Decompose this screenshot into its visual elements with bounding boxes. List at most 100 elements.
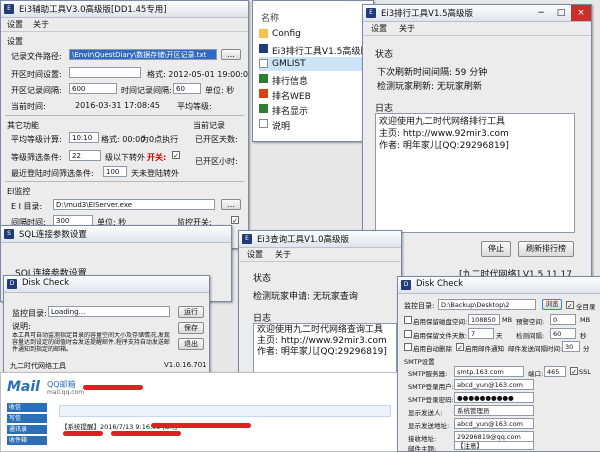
- window-title: SQL连接参数设置: [19, 230, 87, 240]
- list-item[interactable]: 排行信息: [259, 72, 369, 87]
- level-filter-input[interactable]: 22: [69, 150, 101, 161]
- mail-notify-checkbox[interactable]: ✓: [456, 343, 464, 352]
- menu-bar: 设置 关于: [363, 21, 591, 36]
- auto-delete-checkbox[interactable]: [404, 343, 412, 351]
- exit-button[interactable]: 退出: [178, 338, 204, 350]
- path-label: 记录文件路径:: [11, 52, 62, 61]
- divider: [5, 181, 244, 182]
- maximize-icon[interactable]: □: [551, 5, 571, 21]
- window-title: Ei3查询工具V1.0高级版: [257, 235, 349, 245]
- settings-header: 设置: [7, 37, 23, 46]
- reserve-space-checkbox[interactable]: [404, 316, 412, 324]
- warn-space-input[interactable]: 0: [550, 314, 576, 325]
- ssl-checkbox[interactable]: ✓: [570, 367, 578, 376]
- menu-settings[interactable]: 设置: [7, 19, 23, 30]
- disk-check-small-window: D Disk Check 监控目录: Loading... 说明: 本工具可自动…: [3, 275, 210, 375]
- monitor-input[interactable]: D:\Backup\Desktop\2: [438, 299, 536, 310]
- mail-interval-unit: 分: [583, 345, 590, 353]
- refresh-button[interactable]: 刷新排行榜: [518, 241, 574, 257]
- smtp-server-label: SMTP服务器:: [408, 370, 448, 378]
- save-button[interactable]: 保存: [178, 322, 204, 334]
- list-item[interactable]: GMLIST: [259, 57, 369, 71]
- list-item[interactable]: Config: [259, 27, 369, 41]
- reserve-days-checkbox[interactable]: [404, 330, 412, 338]
- title-bar: E Ei3排行工具V1.5高级版 − □ ×: [363, 5, 591, 22]
- reserve-days-input[interactable]: 7: [468, 328, 494, 339]
- smtp-pass-label: SMTP登录密码:: [408, 396, 454, 404]
- other-header: 其它功能: [7, 121, 39, 130]
- last-login-input[interactable]: 100: [103, 166, 127, 177]
- switch-label: 开关:: [147, 153, 167, 162]
- redacted-mark: [151, 423, 251, 428]
- open-record-input[interactable]: 600: [69, 83, 117, 94]
- list-item[interactable]: 排名显示: [259, 102, 369, 117]
- path-input[interactable]: \Envir\QuestDiary\数据存储\开区记录.txt: [69, 49, 217, 60]
- sidebar-item[interactable]: 写信: [7, 414, 47, 423]
- minimize-icon[interactable]: −: [531, 5, 551, 21]
- mail-site: mail.qq.com: [47, 389, 85, 396]
- stop-button[interactable]: 停止: [481, 241, 511, 257]
- monitor-input[interactable]: Loading...: [48, 306, 170, 317]
- status-header: 状态: [253, 274, 272, 284]
- text-file-icon: [259, 119, 268, 128]
- open-time-input[interactable]: [69, 67, 141, 78]
- smtp-user-label: SMTP登录用户:: [408, 383, 454, 391]
- close-icon[interactable]: ×: [571, 5, 591, 21]
- smtp-server-input[interactable]: smtp.163.com: [454, 366, 524, 377]
- browse-button[interactable]: 浏览: [542, 299, 562, 310]
- avg-calc-input[interactable]: 10:10: [69, 132, 99, 143]
- title-bar: D Disk Check: [398, 277, 600, 294]
- record-header: 当前记录: [193, 121, 225, 130]
- next-refresh-text: 下次刷新时间间隔: 59 分钟: [377, 68, 488, 78]
- current-time-value: 2016-03-31 17:08:45: [75, 101, 160, 110]
- smtp-user-input[interactable]: abcd_yun@163.com: [454, 379, 534, 390]
- port-input[interactable]: 465: [544, 366, 566, 377]
- sidebar-item[interactable]: 收件箱: [7, 436, 47, 445]
- last-login-note: 天未登陆转外: [131, 169, 179, 178]
- disk-check-window: D Disk Check 监控目录: D:\Backup\Desktop\2 浏…: [397, 276, 600, 452]
- sender-name-label: 显示发送人:: [408, 409, 443, 417]
- browse-button[interactable]: ...: [221, 49, 241, 60]
- warn-space-label: 预警空间:: [516, 318, 545, 326]
- run-button[interactable]: 运行: [178, 306, 204, 318]
- log-textarea[interactable]: 欢迎使用九二时代网络查询工具 主页: http://www.92mir3.com…: [253, 323, 397, 377]
- exe-icon: [259, 44, 268, 53]
- sidebar-item[interactable]: 通讯录: [7, 425, 47, 434]
- list-item[interactable]: Ei3排行工具V1.5高级版: [259, 42, 369, 57]
- monitor-checkbox[interactable]: ✓: [231, 216, 239, 225]
- ei-browse-button[interactable]: ...: [221, 199, 241, 210]
- format-label: 格式: 2012-05-01 19:00:00: [147, 70, 249, 79]
- log-textarea[interactable]: 欢迎使用九二时代网络排行工具 主页: http://www.92mir3.com…: [375, 113, 575, 233]
- window-title: Disk Check: [22, 278, 70, 288]
- menu-about[interactable]: 关于: [275, 249, 291, 260]
- app-icon: E: [366, 8, 376, 18]
- reserve-days-unit: 天: [496, 332, 503, 340]
- title-bar: S SQL连接参数设置: [1, 226, 231, 243]
- auto-delete-label: 启用自动删除: [413, 345, 452, 353]
- smtp-pass-input[interactable]: ●●●●●●●●●●: [454, 392, 534, 403]
- list-item[interactable]: 排名WEB: [259, 87, 369, 102]
- menu-about[interactable]: 关于: [33, 19, 49, 30]
- recv-label: 接收地址:: [408, 435, 437, 443]
- ei-dir-label: E I 目录:: [11, 202, 43, 211]
- subject-input[interactable]: 【注意】: [454, 441, 534, 450]
- reserve-space-input[interactable]: 108850: [468, 314, 500, 325]
- all-disks-checkbox[interactable]: ✓: [566, 301, 574, 310]
- check-interval-input[interactable]: 60: [550, 328, 576, 339]
- open-record-label: 开区记录间隔:: [11, 86, 62, 95]
- window-title: Disk Check: [416, 279, 464, 289]
- switch-checkbox[interactable]: ✓: [172, 151, 180, 160]
- mail-interval-input[interactable]: 30: [562, 341, 580, 352]
- list-item[interactable]: 说明: [259, 117, 369, 132]
- title-bar: E Ei3辅助工具V3.0高级版[DD1.45专用]: [1, 1, 248, 18]
- divider: [5, 115, 244, 116]
- ei-dir-input[interactable]: D:\mud3\EIServer.exe: [53, 199, 215, 210]
- sidebar-item[interactable]: 收信: [7, 403, 47, 412]
- reserve-space-label: 启用保留磁盘空间:: [413, 318, 468, 326]
- menu-settings[interactable]: 设置: [247, 249, 263, 260]
- menu-settings[interactable]: 设置: [371, 23, 387, 34]
- interval-input[interactable]: 60: [173, 83, 201, 94]
- sender-name-input[interactable]: 系统管理员: [454, 405, 534, 416]
- sender-addr-input[interactable]: abcd_yun@163.com: [454, 418, 534, 429]
- menu-about[interactable]: 关于: [399, 23, 415, 34]
